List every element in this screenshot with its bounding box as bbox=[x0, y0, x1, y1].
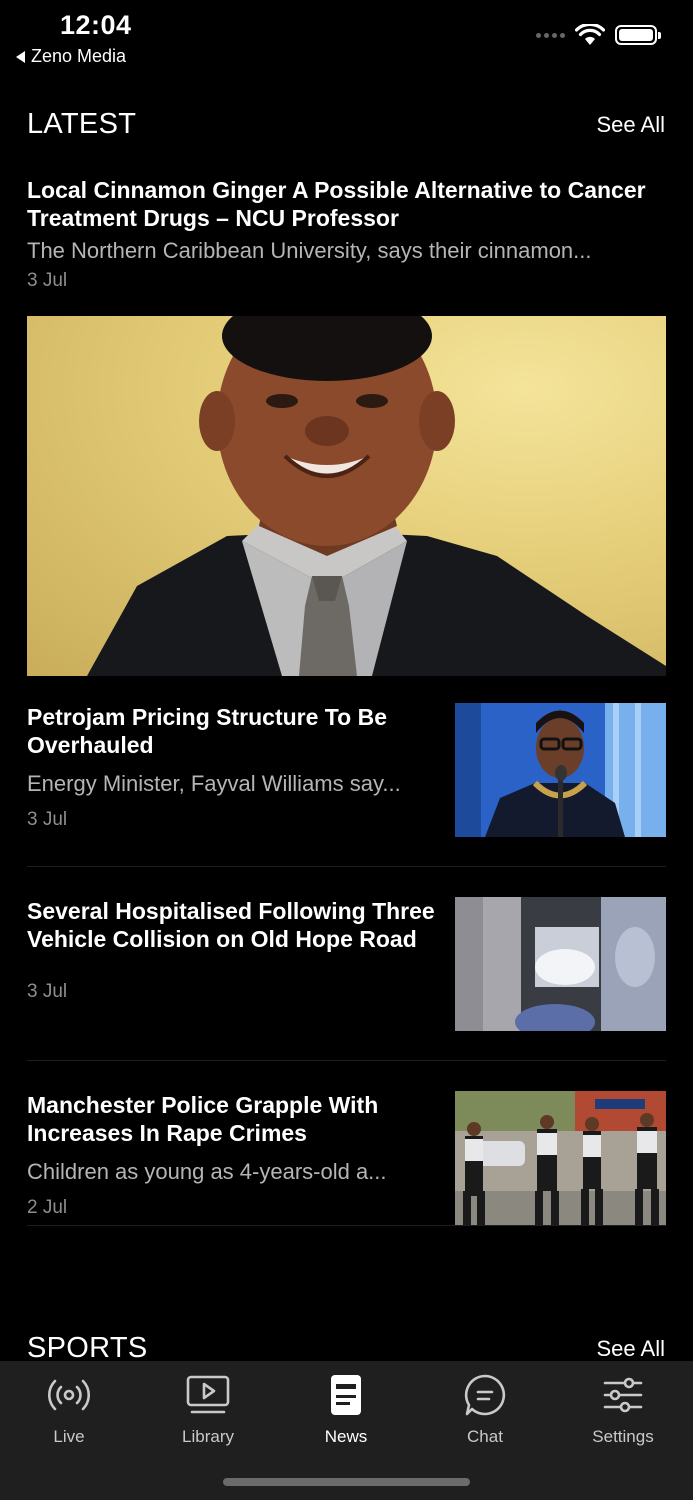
tab-label: Live bbox=[53, 1427, 85, 1446]
news-item-thumbnail bbox=[455, 1091, 666, 1225]
signal-dots-icon bbox=[536, 32, 565, 38]
lead-article-image[interactable] bbox=[27, 316, 666, 676]
news-item-title: Petrojam Pricing Structure To Be Overhau… bbox=[27, 704, 387, 758]
news-item-thumbnail bbox=[455, 703, 666, 837]
news-item-summary: Children as young as 4-years-old a... bbox=[27, 1159, 387, 1184]
news-item-date: 3 Jul bbox=[27, 981, 68, 1002]
play-library-icon bbox=[184, 1371, 232, 1419]
news-item-summary: Energy Minister, Fayval Williams say... bbox=[27, 771, 401, 796]
news-list-item[interactable]: Several Hospitalised Following Three Veh… bbox=[27, 897, 666, 1031]
status-bar: 12:04 Zeno Media bbox=[0, 0, 693, 80]
latest-section-title: LATEST bbox=[27, 108, 137, 140]
latest-see-all-button[interactable]: See All bbox=[597, 112, 666, 138]
wifi-icon bbox=[575, 24, 605, 45]
newspaper-icon bbox=[322, 1371, 370, 1419]
list-divider bbox=[27, 1060, 666, 1061]
news-item-date: 3 Jul bbox=[27, 809, 68, 830]
tab-news[interactable]: News bbox=[286, 1371, 406, 1447]
tab-library[interactable]: Library bbox=[148, 1371, 268, 1447]
latest-section-header: LATEST See All bbox=[27, 108, 665, 141]
lead-article-title: Local Cinnamon Ginger A Possible Alterna… bbox=[27, 177, 646, 231]
portrait-image bbox=[87, 316, 666, 676]
news-item-date: 2 Jul bbox=[27, 1197, 68, 1218]
sliders-icon bbox=[599, 1371, 647, 1419]
back-triangle-icon bbox=[16, 50, 25, 63]
sports-see-all-button[interactable]: See All bbox=[597, 1336, 666, 1362]
back-to-app-link[interactable]: Zeno Media bbox=[16, 46, 126, 67]
tab-live[interactable]: Live bbox=[9, 1371, 129, 1447]
lead-article[interactable]: Local Cinnamon Ginger A Possible Alterna… bbox=[27, 176, 667, 292]
tab-settings[interactable]: Settings bbox=[563, 1371, 683, 1447]
home-indicator[interactable] bbox=[223, 1478, 470, 1486]
list-divider bbox=[27, 866, 666, 867]
tab-label: Settings bbox=[592, 1427, 654, 1446]
news-list-item[interactable]: Manchester Police Grapple With Increases… bbox=[27, 1091, 666, 1225]
tab-label: Library bbox=[182, 1427, 234, 1446]
status-time: 12:04 bbox=[60, 10, 132, 40]
broadcast-icon bbox=[45, 1371, 93, 1419]
news-list-item[interactable]: Petrojam Pricing Structure To Be Overhau… bbox=[27, 703, 666, 837]
news-item-title: Several Hospitalised Following Three Veh… bbox=[27, 898, 435, 952]
list-divider bbox=[27, 1225, 666, 1226]
battery-icon bbox=[615, 25, 661, 45]
lead-article-date: 3 Jul bbox=[27, 270, 68, 291]
lead-article-summary: The Northern Caribbean University, says … bbox=[27, 238, 592, 263]
tab-label: News bbox=[324, 1427, 368, 1446]
status-icons bbox=[536, 24, 661, 46]
chat-bubble-icon bbox=[461, 1371, 509, 1419]
news-item-thumbnail bbox=[455, 897, 666, 1031]
back-app-label: Zeno Media bbox=[31, 46, 127, 66]
tab-label: Chat bbox=[467, 1427, 503, 1446]
news-item-title: Manchester Police Grapple With Increases… bbox=[27, 1092, 379, 1146]
tab-chat[interactable]: Chat bbox=[425, 1371, 545, 1447]
